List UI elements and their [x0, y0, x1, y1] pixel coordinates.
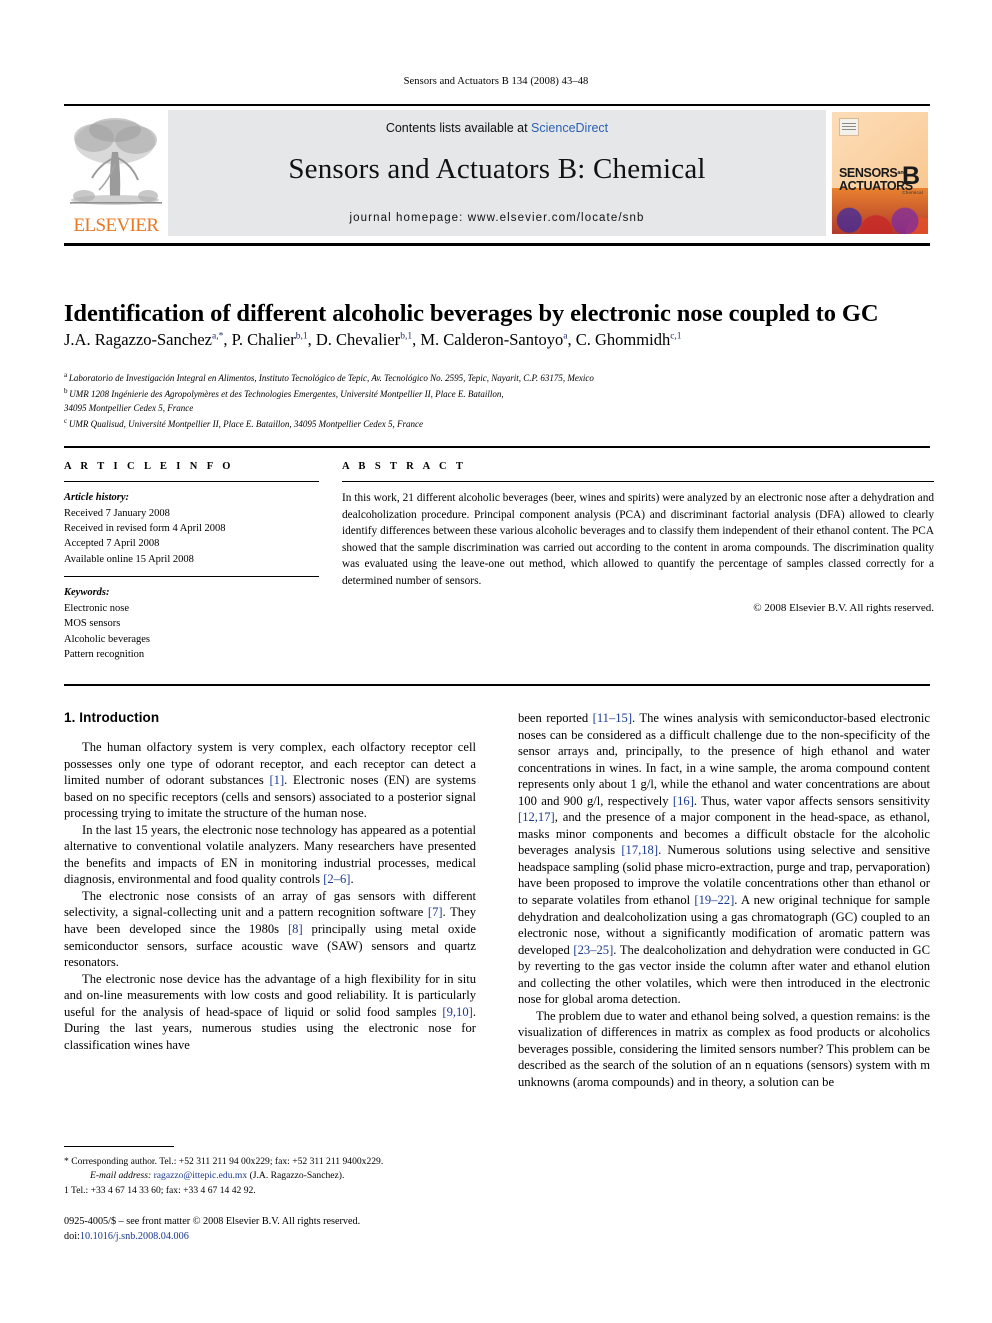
contents-prefix: Contents lists available at [385, 121, 532, 135]
sciencedirect-link[interactable]: ScienceDirect [531, 121, 608, 135]
keyword-item: MOS sensors [64, 618, 121, 630]
author-name: M. Calderon-Santoyo [420, 330, 564, 349]
author-name: C. Ghommidh [575, 330, 671, 349]
body-paragraph: The human olfactory system is very compl… [64, 740, 476, 821]
footnote-rule [64, 1146, 174, 1148]
abstract-column: A B S T R A C T In this work, 21 differe… [342, 461, 934, 614]
citation-ref[interactable]: [11–15] [593, 711, 632, 725]
section-heading-introduction: 1. Introduction [64, 710, 160, 725]
article-history-label: Article history: [64, 492, 130, 504]
elsevier-wordmark: ELSEVIER [73, 215, 160, 236]
affiliation-item: c UMR Qualisud, Université Montpellier I… [64, 416, 424, 429]
history-items: Received 7 January 2008 Received in revis… [64, 506, 319, 568]
keywords-divider [64, 576, 319, 578]
citation-ref[interactable]: [19–22] [694, 893, 734, 907]
affiliation-mark: a [64, 371, 69, 379]
body-paragraph: The electronic nose device has the advan… [64, 971, 476, 1052]
keyword-item: Alcoholic beverages [64, 633, 151, 645]
citation-ref[interactable]: [7] [428, 905, 443, 919]
body-paragraph: been reported [11–15]. The wines analysi… [518, 711, 930, 1007]
body-column-left: 1. Introduction The human olfactory syst… [64, 710, 476, 1053]
email-note: E-mail address: ragazzo@ittepic.edu.mx (… [64, 1169, 484, 1183]
citation-ref[interactable]: [12,17] [518, 810, 555, 824]
abstract-top-rule [64, 446, 930, 448]
footnote-1: 1 Tel.: +33 4 67 14 33 60; fax: +33 4 67… [64, 1184, 256, 1196]
running-head: Sensors and Actuators B 134 (2008) 43–48 [403, 76, 589, 87]
keywords-block: Keywords: Electronic nose MOS sensors Alco… [64, 585, 319, 662]
email-owner: (J.A. Ragazzo-Sanchez). [249, 1170, 345, 1182]
keywords-label: Keywords: [64, 587, 110, 599]
masthead-bottom-rule [64, 243, 930, 246]
imprint-front-matter: 0925-4005/$ – see front matter © 2008 El… [64, 1216, 361, 1227]
author-affiliation-mark: b,1 [295, 331, 308, 342]
author-name: J.A. Ragazzo-Sanchez [64, 330, 212, 349]
doi-line: doi:10.1016/j.snb.2008.04.006 [64, 1229, 534, 1244]
article-history-item: Available online 15 April 2008 [64, 553, 194, 565]
article-history-item: Received in revised form 4 April 2008 [64, 522, 226, 534]
body-column-right: been reported [11–15]. The wines analysi… [518, 710, 930, 1091]
cover-letter-b: B [901, 162, 920, 190]
affiliation-item: b UMR 1208 Ingénierie des Agropolymères … [64, 386, 504, 399]
affiliation-list: a Laboratorio de Investigación Integral … [64, 370, 944, 431]
body-paragraph: The electronic nose consists of an array… [64, 888, 476, 970]
citation-ref[interactable]: [8] [288, 922, 303, 936]
author-affiliation-mark: b,1 [400, 331, 413, 342]
elsevier-logo: ELSEVIER [64, 110, 168, 236]
abstract-divider [342, 481, 934, 483]
citation-ref[interactable]: [17,18] [621, 843, 658, 857]
cover-subject: Chemical [902, 190, 923, 195]
elsevier-tree-icon [70, 118, 162, 205]
author-affiliation-mark: c,1 [670, 331, 682, 342]
keyword-item: Pattern recognition [64, 648, 145, 660]
abstract-bottom-rule [64, 684, 930, 686]
corresponding-author-note: * Corresponding author. Tel.: +52 311 21… [64, 1156, 384, 1167]
body-paragraph: The problem due to water and ethanol bei… [518, 1008, 930, 1090]
keyword-item: Electronic nose [64, 602, 130, 614]
journal-cover-image: SENSORSand ACTUATORS B Chemical [826, 110, 930, 236]
affiliation-mark: c [64, 416, 69, 425]
imprint-block: 0925-4005/$ – see front matter © 2008 El… [64, 1214, 534, 1245]
article-page: Sensors and Actuators B 134 (2008) 43–48 [0, 0, 992, 1323]
right-column-paragraphs: been reported [11–15]. The wines analysi… [518, 710, 930, 1091]
contents-available-line: Contents lists available at ScienceDirec… [168, 121, 826, 135]
body-paragraph: In the last 15 years, the electronic nos… [64, 822, 476, 887]
author-affiliation-mark: a,* [211, 331, 224, 342]
affiliation-mark: b [64, 386, 70, 395]
author-affiliation-mark: a [563, 331, 568, 342]
article-history-item: Received 7 January 2008 [64, 507, 170, 519]
cover-elsevier-icon [839, 118, 859, 136]
citation-ref[interactable]: [23–25] [573, 943, 613, 957]
author-name: P. Chalier [231, 330, 296, 349]
citation-ref[interactable]: [2–6] [323, 872, 350, 886]
affiliation-item: 34095 Montpellier Cedex 5, France [64, 403, 194, 414]
journal-masthead: ELSEVIER Contents lists available at Sci… [64, 104, 930, 236]
article-info-heading: A R T I C L E I N F O [64, 461, 234, 472]
article-history-item: Accepted 7 April 2008 [64, 538, 160, 550]
abstract-text: In this work, 21 different alcoholic bev… [342, 492, 934, 588]
abstract-heading: A B S T R A C T [342, 461, 467, 472]
citation-ref[interactable]: [16] [673, 794, 694, 808]
article-info-column: A R T I C L E I N F O Article history: R… [64, 461, 319, 662]
journal-band: Contents lists available at ScienceDirec… [168, 110, 826, 236]
abstract-copyright: © 2008 Elsevier B.V. All rights reserved… [753, 601, 934, 614]
left-column-paragraphs: The human olfactory system is very compl… [64, 739, 476, 1053]
author-name: D. Chevalier [315, 330, 401, 349]
doi-label: doi: [64, 1231, 80, 1243]
article-info-divider [64, 481, 319, 483]
affiliation-item: a Laboratorio de Investigación Integral … [64, 371, 594, 383]
doi-link[interactable]: 10.1016/j.snb.2008.04.006 [80, 1231, 189, 1242]
page-title: Identification of different alcoholic be… [64, 300, 879, 328]
footnote-block: * Corresponding author. Tel.: +52 311 21… [64, 1155, 484, 1198]
author-list: J.A. Ragazzo-Sancheza,*, P. Chalierb,1, … [64, 330, 682, 349]
journal-homepage-link[interactable]: journal homepage: www.elsevier.com/locat… [168, 212, 826, 224]
article-history: Article history: Received 7 January 2008… [64, 490, 319, 567]
citation-ref[interactable]: [9,10] [442, 1005, 472, 1019]
citation-ref[interactable]: [1] [269, 773, 284, 787]
journal-title: Sensors and Actuators B: Chemical [288, 153, 706, 185]
email-label: E-mail address: [90, 1170, 152, 1182]
keyword-items: Electronic nose MOS sensors Alcoholic beve… [64, 601, 319, 663]
email-address-link[interactable]: ragazzo@ittepic.edu.mx [154, 1170, 248, 1181]
